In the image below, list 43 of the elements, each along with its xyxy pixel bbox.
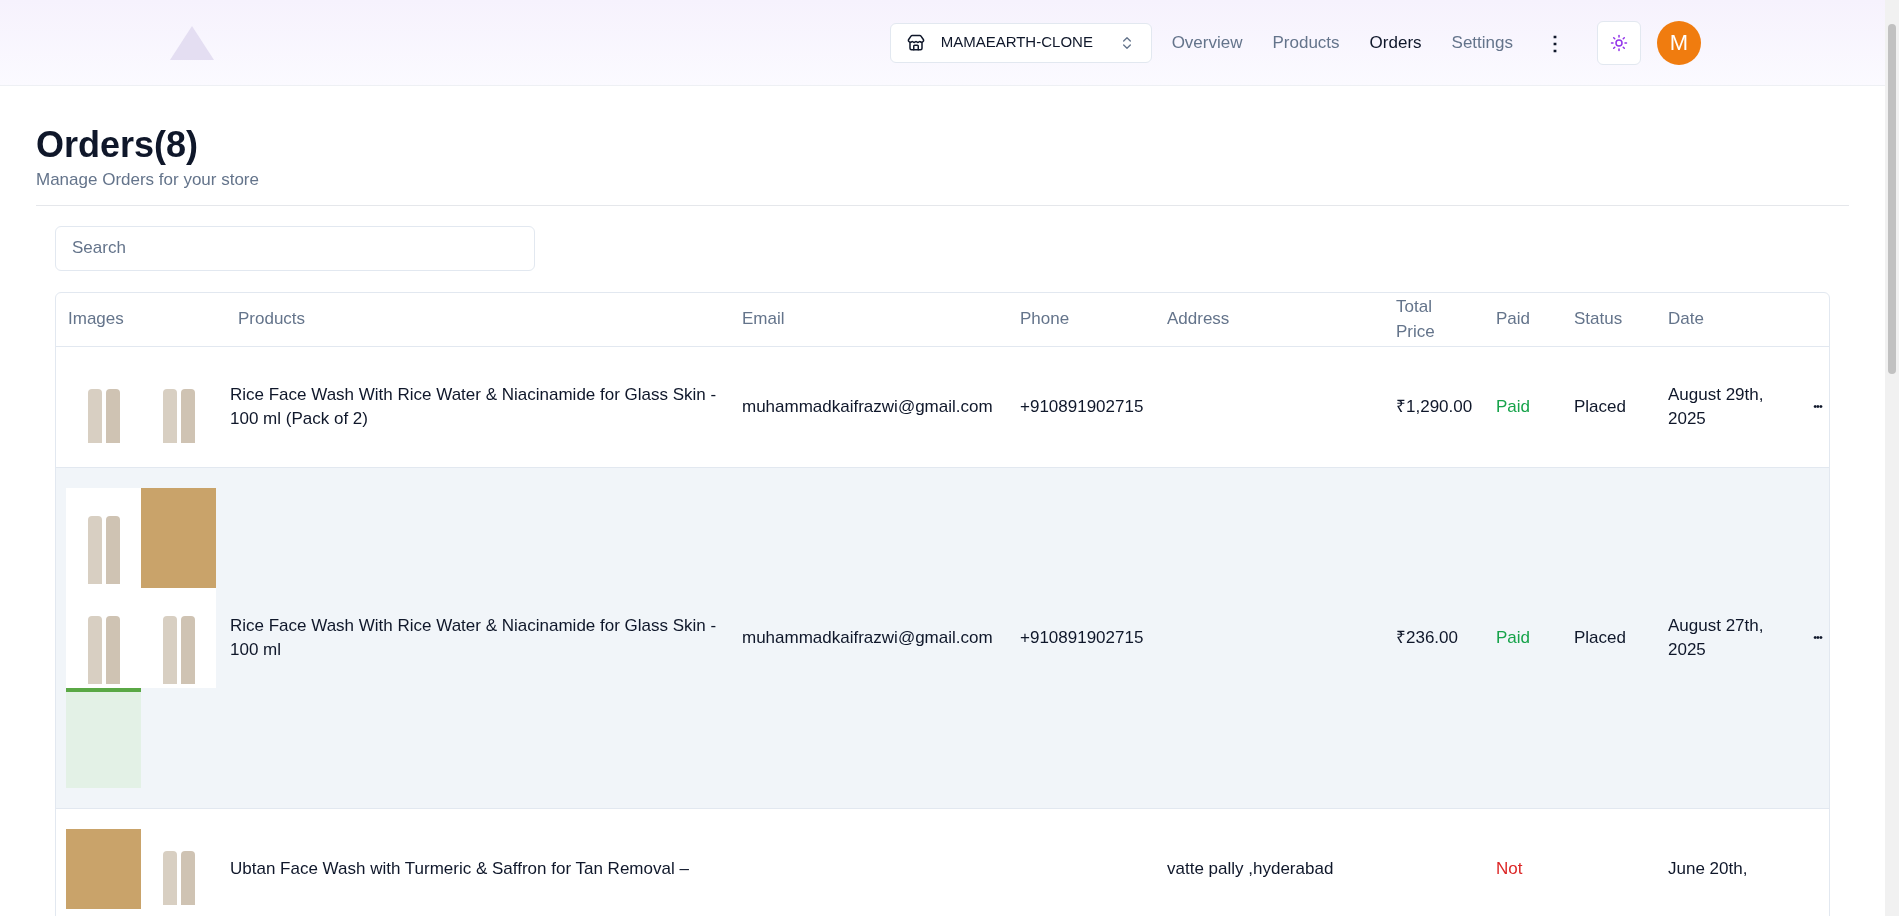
phone-text: +910891902715 [1020, 627, 1144, 647]
column-header: Address [1167, 308, 1230, 331]
column-header: Paid [1496, 308, 1531, 331]
total-price: ₹1,290.00 [1396, 396, 1473, 416]
order-date: August 27th, 2025 [1668, 615, 1765, 661]
address-text: vatte pally ,hyderabad [1167, 858, 1334, 878]
search-field[interactable]: Search [55, 225, 535, 271]
nav-link[interactable]: Orders [1369, 29, 1422, 56]
store-icon [906, 33, 925, 52]
product-name: Rice Face Wash With Rice Water & Niacinamide for Glass Skin - 100 ml [230, 615, 718, 661]
nav-link[interactable]: Settings [1451, 29, 1513, 56]
column-header: Status [1574, 308, 1623, 331]
row-actions-button[interactable]: ••• [1813, 398, 1822, 415]
triangle-logo-icon [170, 25, 214, 60]
total-price: ₹236.00 [1396, 627, 1458, 647]
column-header: Images [68, 308, 124, 331]
paid-status: Not [1496, 858, 1523, 878]
more-menu-button[interactable]: ⋮ [1541, 27, 1569, 58]
product-name: Ubtan Face Wash with Turmeric & Saffron for Tan Removal – [230, 857, 690, 880]
scrollbar[interactable] [1885, 0, 1899, 916]
order-status: Placed [1574, 396, 1626, 416]
column-header: Products [238, 308, 306, 331]
order-status: Placed [1574, 627, 1626, 647]
paid-status: Paid [1496, 627, 1531, 647]
email-text: muhammadkaifrazwi@gmail.com [742, 396, 993, 416]
paid-status: Paid [1496, 396, 1531, 416]
row-actions-button[interactable]: ••• [1813, 629, 1822, 646]
theme-toggle-button[interactable] [1597, 20, 1641, 65]
column-header: Phone [1020, 308, 1070, 331]
page-subtitle: Manage Orders for your store [36, 169, 260, 191]
column-header: Date [1668, 308, 1704, 331]
phone-text: +910891902715 [1020, 396, 1144, 416]
order-date: August 29th, 2025 [1668, 384, 1765, 430]
column-header: Email [742, 308, 785, 331]
page-title: Orders(8) [36, 123, 200, 167]
column-header: Total Price [1396, 295, 1436, 343]
email-text: muhammadkaifrazwi@gmail.com [742, 627, 993, 647]
nav-link[interactable]: Overview [1171, 29, 1243, 56]
sun-icon [1610, 33, 1628, 52]
product-name: Rice Face Wash With Rice Water & Niacinamide for Glass Skin - 100 ml (Pack of 2) [230, 384, 718, 430]
store-switcher[interactable]: MAMAEARTH-CLONE [889, 22, 1152, 63]
nav-link[interactable]: Products [1272, 29, 1340, 56]
order-date: June 20th, [1668, 857, 1749, 880]
